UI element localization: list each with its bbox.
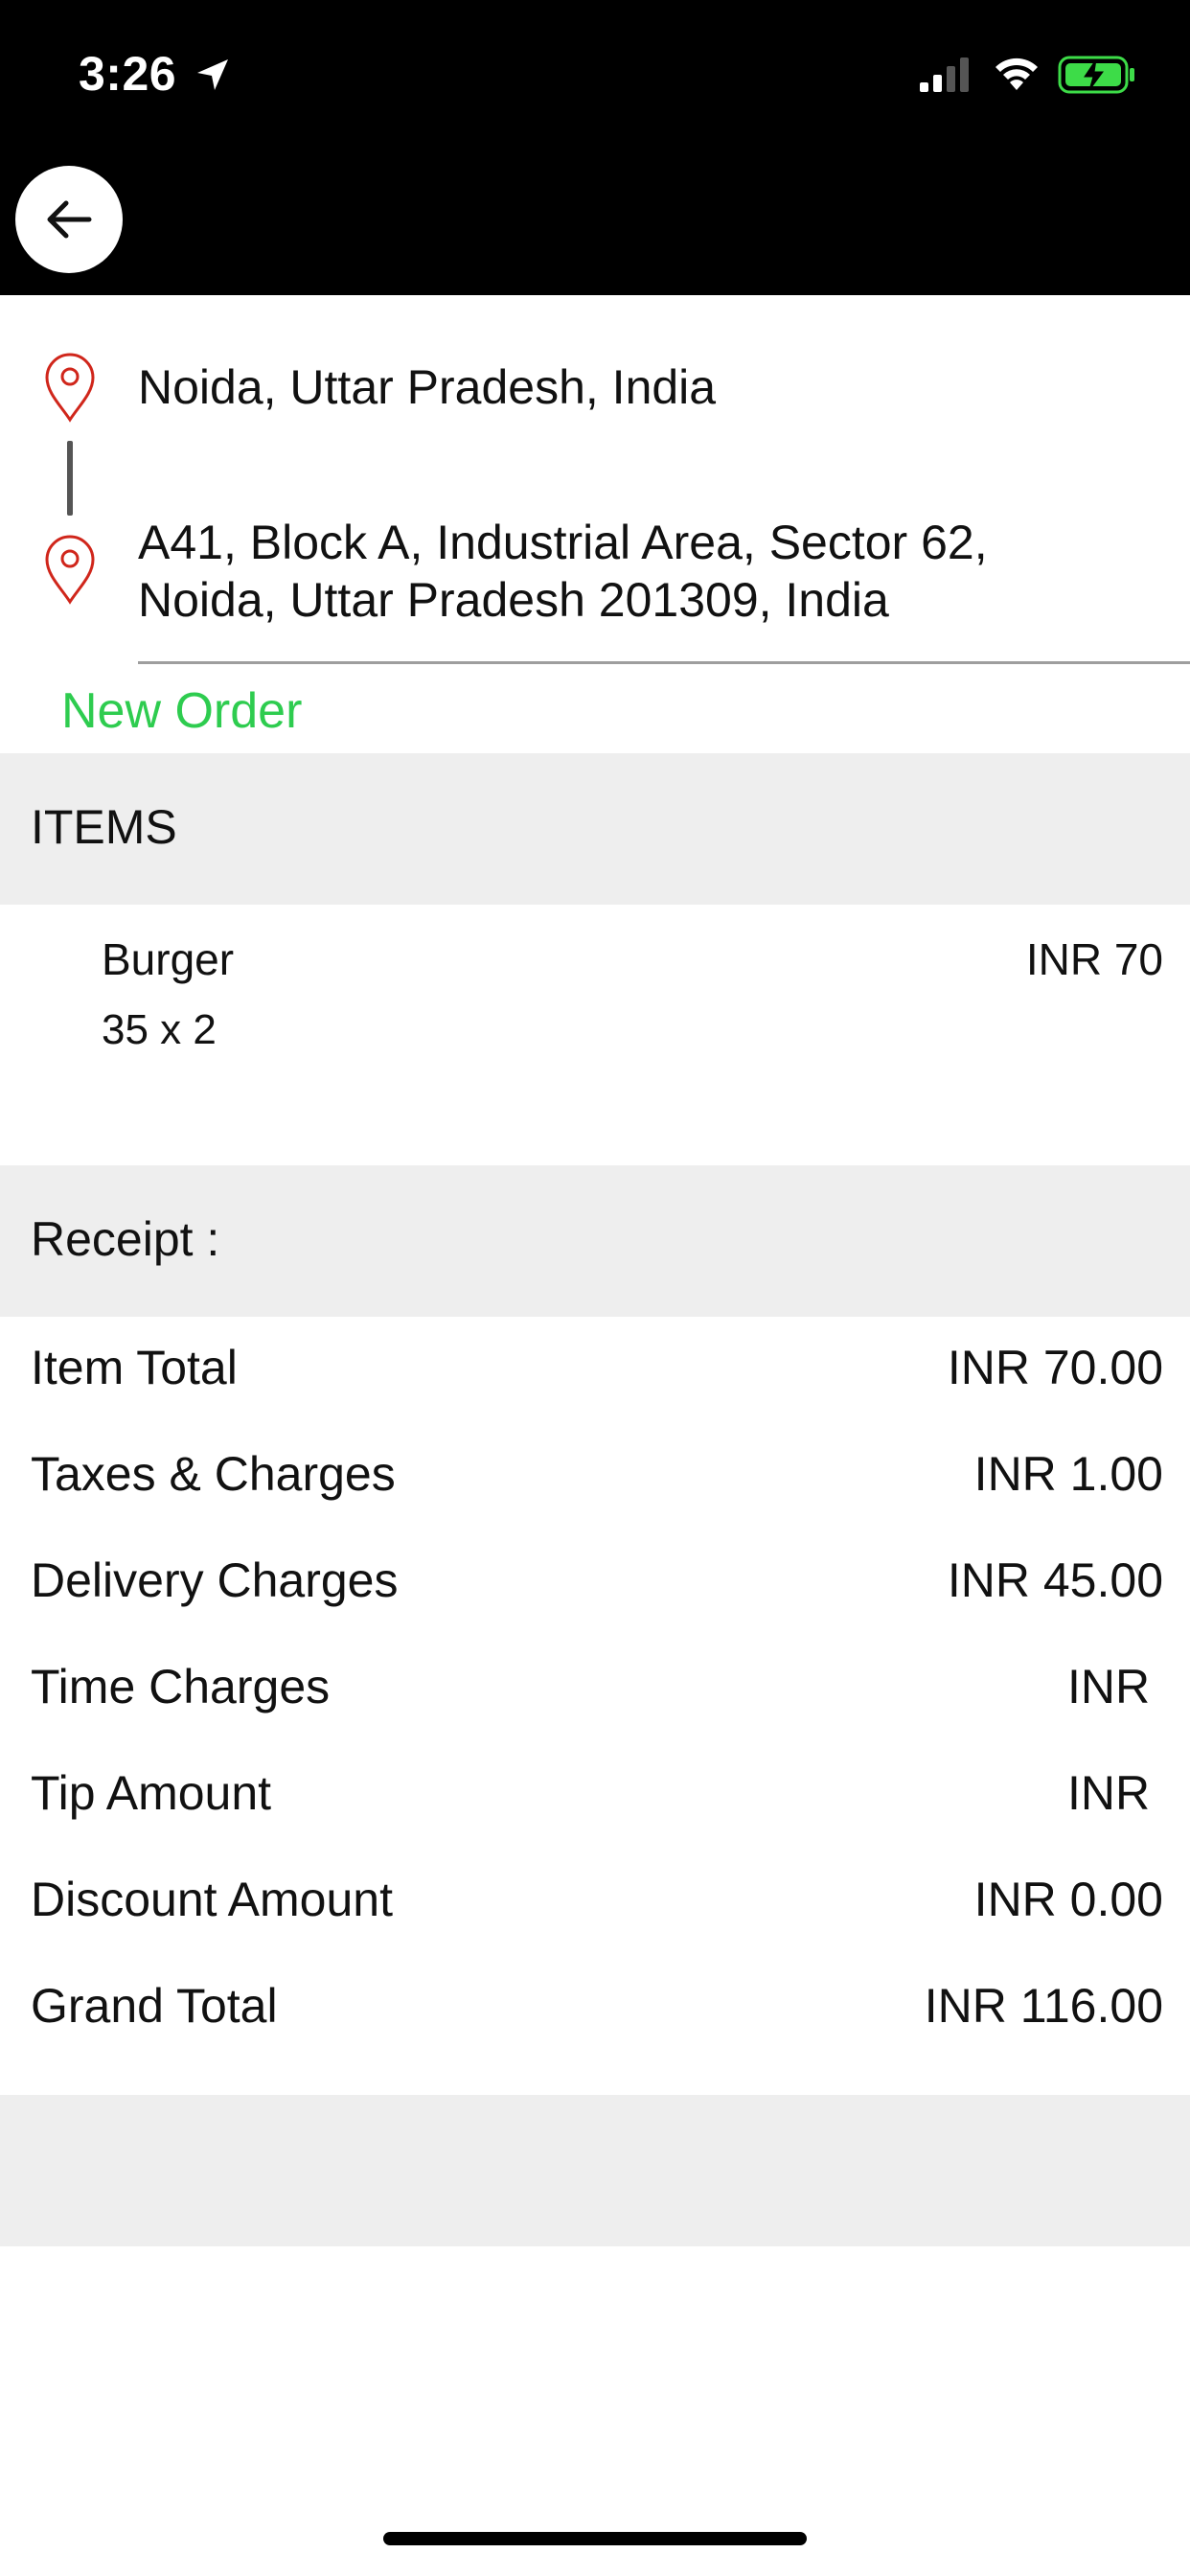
footer-band [0, 2095, 1190, 2246]
receipt-label: Delivery Charges [31, 1553, 399, 1607]
home-indicator[interactable] [383, 2532, 807, 2545]
route-connector [67, 441, 73, 516]
status-time: 3:26 [79, 47, 177, 101]
pickup-address: Noida, Uttar Pradesh, India [138, 360, 717, 414]
receipt-row-delivery: Delivery Charges INR 45.00 [0, 1541, 1190, 1627]
receipt-row-tip: Tip Amount INR [0, 1754, 1190, 1840]
receipt-row-taxes: Taxes & Charges INR 1.00 [0, 1435, 1190, 1521]
receipt-value: INR 70.00 [947, 1341, 1163, 1394]
receipt-value: INR 45.00 [947, 1553, 1163, 1607]
battery-charging-icon [1058, 56, 1134, 94]
receipt-value: INR [1067, 1660, 1163, 1714]
receipt-row-discount: Discount Amount INR 0.00 [0, 1860, 1190, 1946]
dropoff-address-line2: Noida, Uttar Pradesh 201309, India [138, 573, 889, 627]
receipt-value: INR 116.00 [924, 1979, 1163, 2033]
header-bar: 3:26 [0, 0, 1190, 295]
pickup-pin-icon [45, 353, 95, 423]
items-section-title: ITEMS [31, 800, 177, 854]
address-divider [138, 661, 1190, 664]
arrow-left-icon [47, 200, 92, 239]
receipt-section-header: Receipt : [0, 1165, 1190, 1317]
receipt-section-title: Receipt : [31, 1212, 220, 1266]
dropoff-address-line1: A41, Block A, Industrial Area, Sector 62… [138, 516, 988, 569]
back-button[interactable] [15, 166, 123, 273]
receipt-label: Taxes & Charges [31, 1447, 396, 1501]
receipt-label: Item Total [31, 1341, 238, 1394]
order-status-label: New Order [61, 683, 303, 739]
cellular-signal-icon [920, 58, 969, 92]
item-price: INR 70 [1025, 934, 1163, 984]
receipt-value: INR 0.00 [973, 1873, 1163, 1926]
location-arrow-icon [197, 59, 228, 90]
receipt-value: INR 1.00 [973, 1447, 1163, 1501]
receipt-value: INR [1067, 1766, 1163, 1820]
items-section-header: ITEMS [0, 753, 1190, 905]
item-quantity: 35 x 2 [102, 1006, 217, 1053]
receipt-label: Discount Amount [31, 1873, 393, 1926]
receipt-label: Time Charges [31, 1660, 331, 1714]
item-name: Burger [102, 934, 235, 984]
receipt-row-grand-total: Grand Total INR 116.00 [0, 1966, 1190, 2053]
order-details-screen: 3:26 Noida, Uttar Pradesh, India A41, Bl… [0, 0, 1190, 2576]
receipt-label: Tip Amount [31, 1766, 272, 1820]
dropoff-pin-icon [45, 535, 95, 605]
wifi-icon [995, 58, 1038, 90]
receipt-label: Grand Total [31, 1979, 278, 2033]
receipt-row-time-charges: Time Charges INR [0, 1647, 1190, 1734]
receipt-row-item-total: Item Total INR 70.00 [0, 1328, 1190, 1414]
